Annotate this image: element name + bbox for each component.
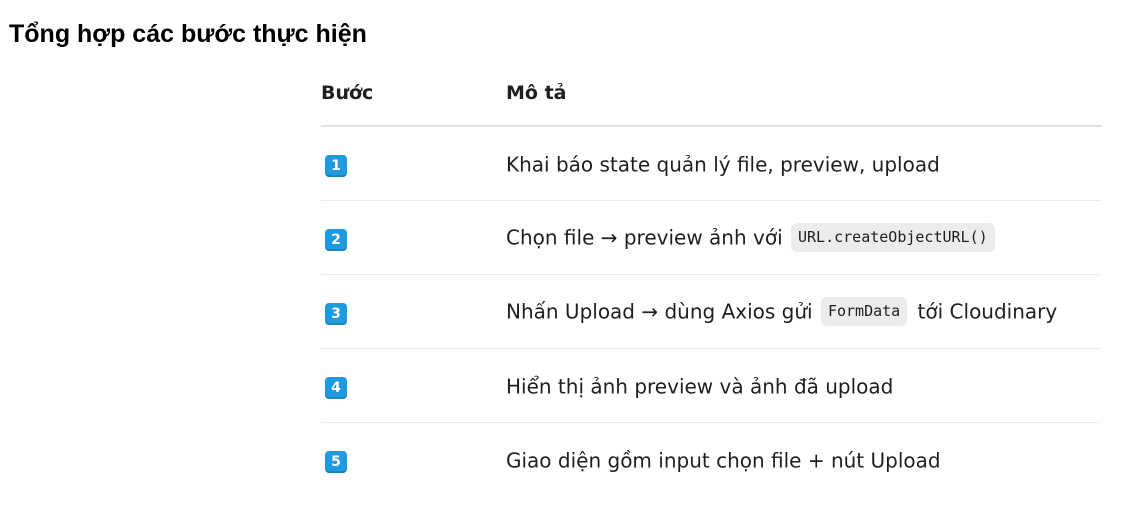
step-number-badge: 2 [325,228,347,251]
description-cell: Khai báo state quản lý file, preview, up… [506,126,1102,201]
inline-code: URL.createObjectURL() [791,223,995,252]
table-header-row: Bước Mô tả [321,60,1102,127]
description-text: Khai báo state quản lý file, preview, up… [506,152,940,177]
table-row: 2 Chọn file → preview ảnh với URL.create… [321,200,1102,275]
description-text: tới Cloudinary [911,299,1058,324]
steps-table: Bước Mô tả 1 Khai báo state quản lý file… [321,60,1102,496]
description-text: Giao diện gồm input chọn file + nút Uplo… [506,448,941,473]
step-cell: 2 [321,200,506,275]
header-step: Bước [321,60,506,127]
page-title: Tổng hợp các bước thực hiện [9,20,367,48]
table-row: 4 Hiển thị ảnh preview và ảnh đã upload [321,348,1102,423]
step-number-badge: 3 [325,302,347,325]
description-cell: Giao diện gồm input chọn file + nút Uplo… [506,423,1102,497]
description-cell: Hiển thị ảnh preview và ảnh đã upload [506,348,1102,423]
step-number-badge: 4 [325,376,347,399]
step-cell: 4 [321,348,506,423]
inline-code: FormData [820,297,908,326]
table-header: Bước Mô tả [321,60,1102,127]
header-description: Mô tả [506,60,1102,127]
description-text: Chọn file → preview ảnh với [506,225,789,250]
step-cell: 3 [321,274,506,349]
table-row: 3 Nhấn Upload → dùng Axios gửi FormData … [321,274,1102,349]
table-row: 5 Giao diện gồm input chọn file + nút Up… [321,423,1102,497]
description-cell: Nhấn Upload → dùng Axios gửi FormData tớ… [506,274,1102,349]
step-cell: 1 [321,126,506,201]
table-row: 1 Khai báo state quản lý file, preview, … [321,126,1102,201]
step-cell: 5 [321,423,506,497]
table-body: 1 Khai báo state quản lý file, preview, … [321,126,1102,496]
step-number-badge: 5 [325,450,347,473]
description-text: Hiển thị ảnh preview và ảnh đã upload [506,374,894,399]
description-text: Nhấn Upload → dùng Axios gửi [506,299,819,324]
step-number-badge: 1 [325,154,347,177]
description-cell: Chọn file → preview ảnh với URL.createOb… [506,200,1102,275]
